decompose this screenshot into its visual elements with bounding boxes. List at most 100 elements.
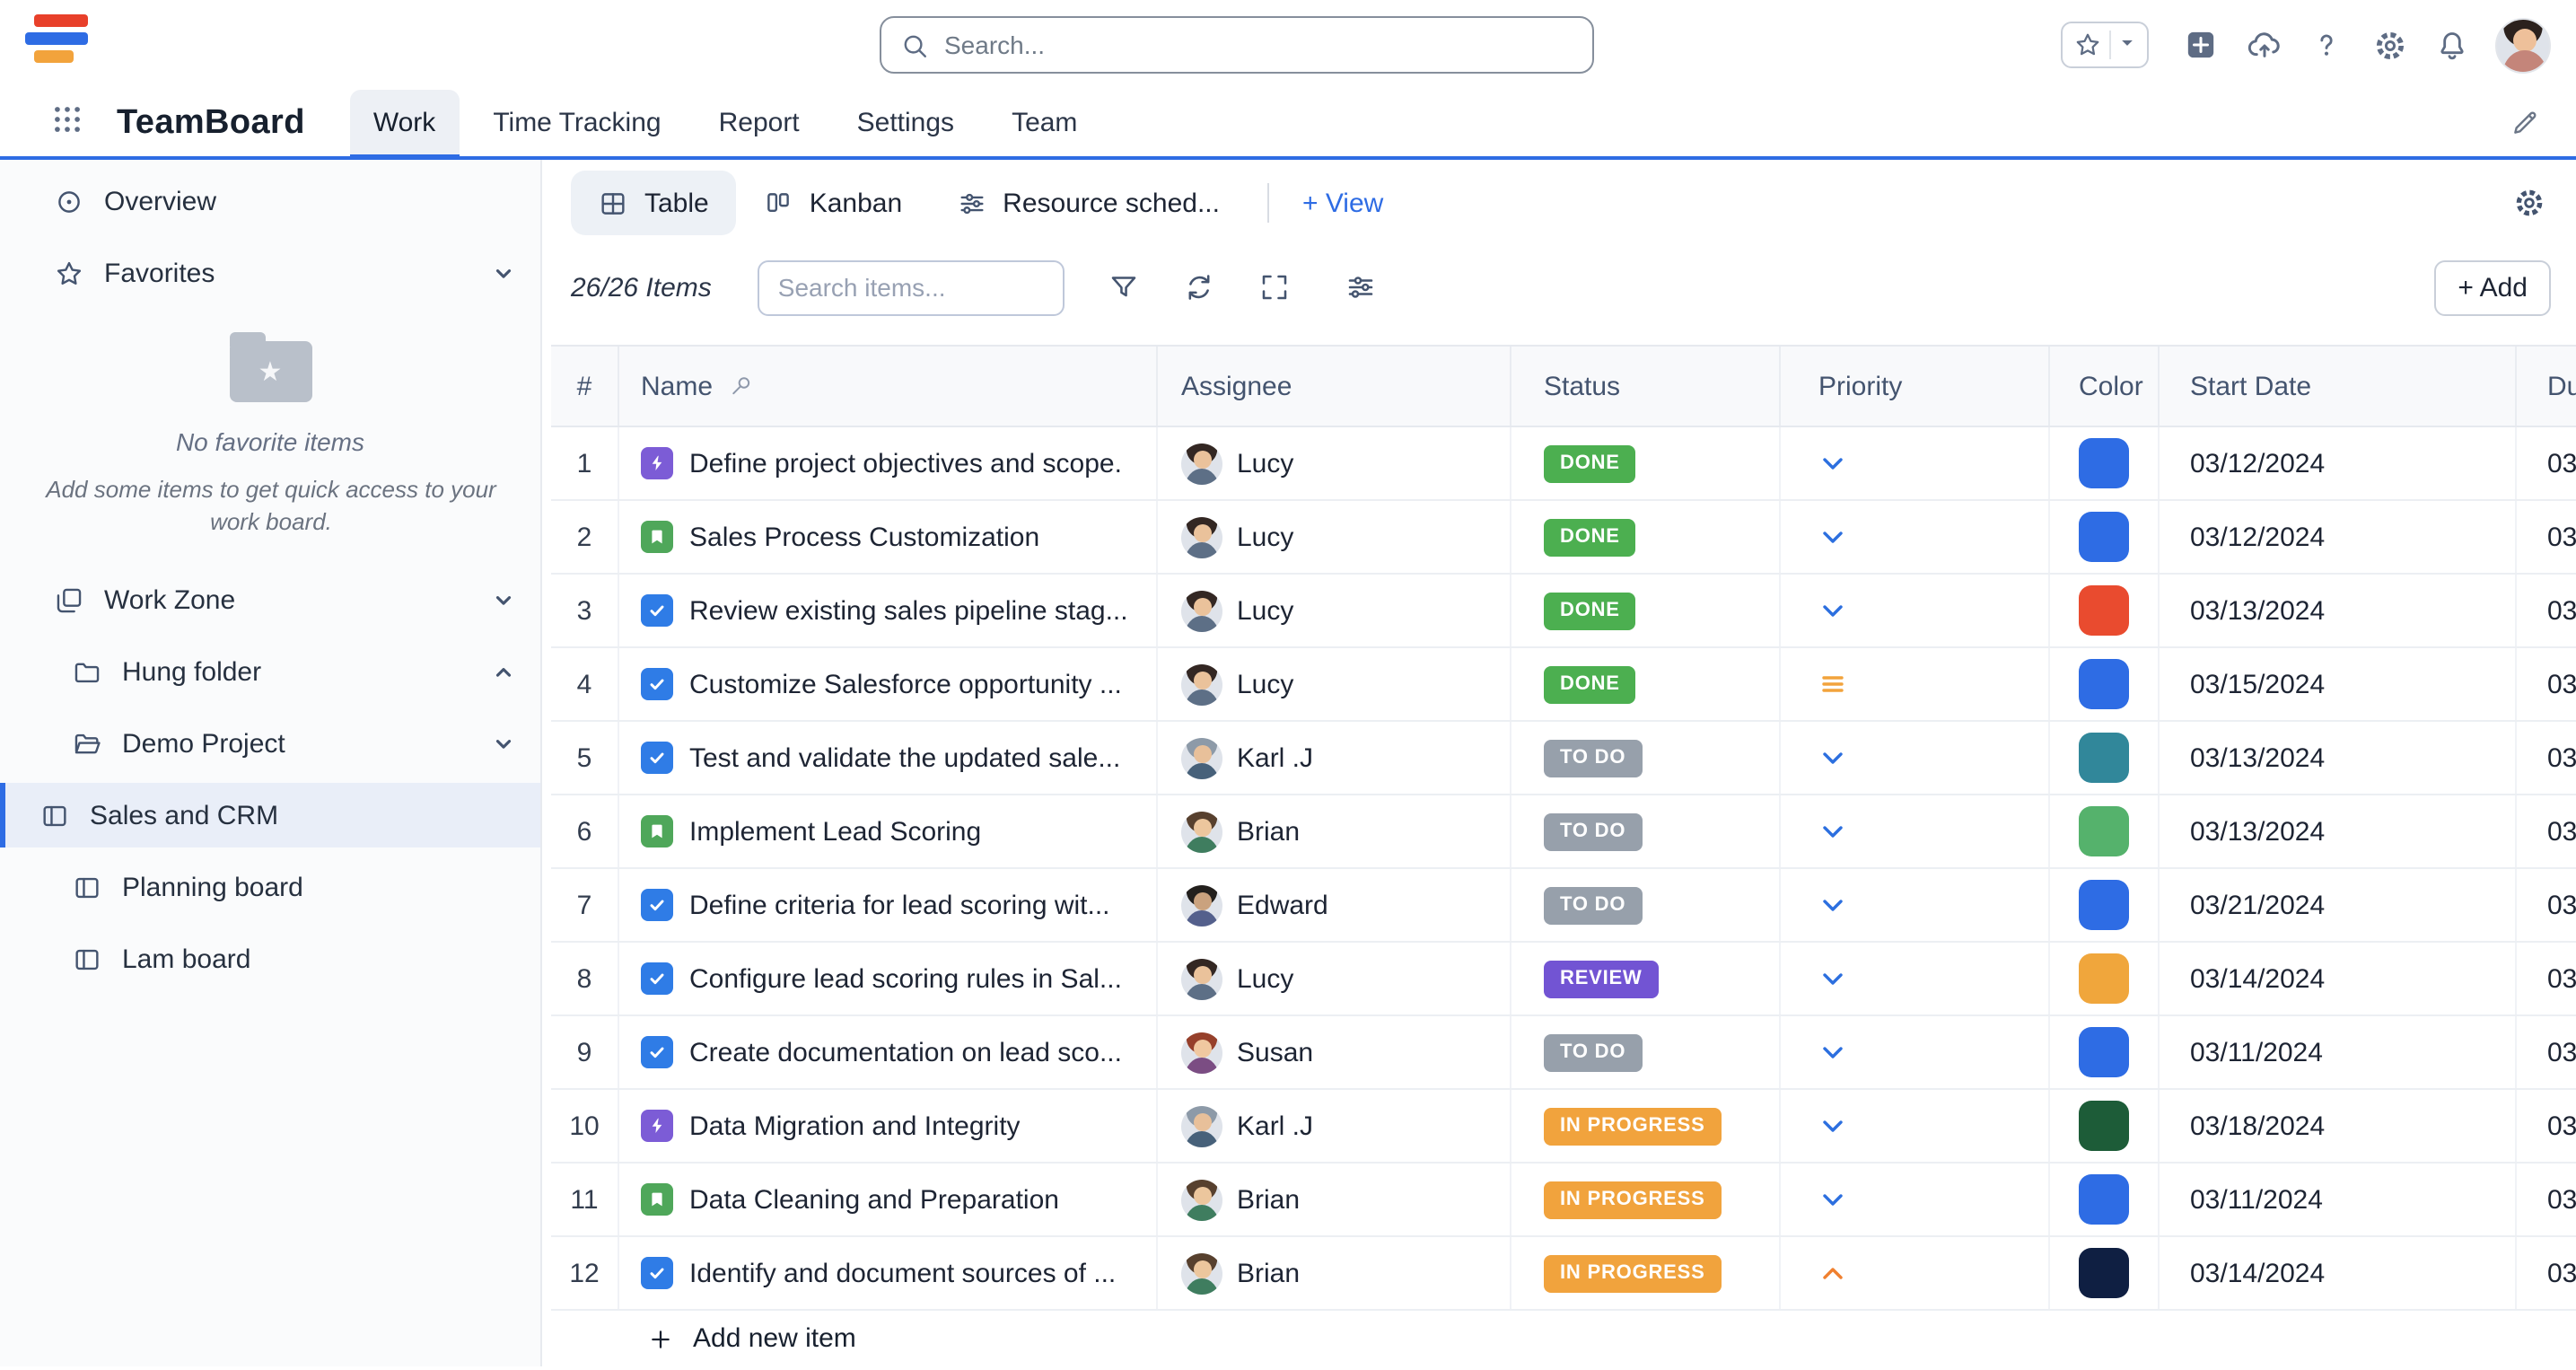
due-date[interactable]: 03 [2517,1164,2576,1235]
column-header-due-date[interactable]: Due Date [2517,347,2576,426]
item-name-cell[interactable]: Data Cleaning and Preparation [619,1164,1158,1235]
status-cell[interactable]: IN PROGRESS [1511,1237,1781,1309]
priority-cell[interactable] [1781,1164,2050,1235]
item-name-cell[interactable]: Define project objectives and scope. [619,427,1158,499]
item-name-cell[interactable]: Define criteria for lead scoring wit... [619,869,1158,941]
settings-gear-icon[interactable] [2370,25,2409,65]
due-date[interactable]: 03 [2517,869,2576,941]
start-date[interactable]: 03/21/2024 [2160,869,2517,941]
status-cell[interactable]: REVIEW [1511,943,1781,1014]
priority-cell[interactable] [1781,575,2050,646]
color-cell[interactable] [2050,1164,2160,1235]
table-row[interactable]: 5 Test and validate the updated sale... … [551,722,2576,795]
item-name-cell[interactable]: Customize Salesforce opportunity ... [619,648,1158,720]
priority-cell[interactable] [1781,1237,2050,1309]
global-search[interactable] [880,16,1594,74]
priority-chevron-down-icon[interactable] [1818,1038,1847,1067]
color-swatch[interactable] [2079,733,2129,783]
sidebar-item-sales-and-crm[interactable]: Sales and CRM [0,784,540,848]
sidebar-item-demo-project[interactable]: Demo Project [0,708,540,780]
table-row[interactable]: 7 Define criteria for lead scoring wit..… [551,869,2576,943]
items-search-input[interactable] [778,273,1046,302]
sidebar-item-hung-folder[interactable]: Hung folder [0,637,540,708]
table-row[interactable]: 12 Identify and document sources of ... … [551,1237,2576,1311]
due-date[interactable]: 03 [2517,943,2576,1014]
start-date[interactable]: 03/12/2024 [2160,427,2517,499]
priority-cell[interactable] [1781,1090,2050,1162]
color-swatch[interactable] [2079,1027,2129,1077]
table-row[interactable]: 6 Implement Lead Scoring Brian TO DO [551,795,2576,869]
priority-cell[interactable] [1781,427,2050,499]
start-date[interactable]: 03/13/2024 [2160,795,2517,867]
item-name-cell[interactable]: Test and validate the updated sale... [619,722,1158,794]
chevron-down-icon[interactable] [492,261,515,285]
sidebar-item-favorites[interactable]: Favorites [0,237,540,309]
priority-cell[interactable] [1781,1016,2050,1088]
color-cell[interactable] [2050,648,2160,720]
table-row[interactable]: 9 Create documentation on lead sco... Su… [551,1016,2576,1090]
color-swatch[interactable] [2079,585,2129,636]
start-date[interactable]: 03/18/2024 [2160,1090,2517,1162]
app-logo[interactable] [25,11,93,75]
priority-chevron-down-icon[interactable] [1818,743,1847,772]
color-cell[interactable] [2050,427,2160,499]
due-date[interactable]: 03 [2517,1237,2576,1309]
board-settings-gear-icon[interactable] [2511,185,2547,221]
view-tab-kanban[interactable]: Kanban [736,171,929,235]
status-cell[interactable]: TO DO [1511,1016,1781,1088]
column-header-color[interactable]: Color [2050,347,2160,426]
priority-cell[interactable] [1781,869,2050,941]
table-row[interactable]: 8 Configure lead scoring rules in Sal...… [551,943,2576,1016]
assignee-cell[interactable]: Lucy [1158,427,1511,499]
status-badge[interactable]: TO DO [1544,1033,1642,1071]
nav-tab-time-tracking[interactable]: Time Tracking [469,90,684,156]
start-date[interactable]: 03/11/2024 [2160,1016,2517,1088]
color-swatch[interactable] [2079,1174,2129,1225]
assignee-cell[interactable]: Karl .J [1158,722,1511,794]
status-cell[interactable]: DONE [1511,648,1781,720]
sidebar-item-planning-board[interactable]: Planning board [0,852,540,924]
assignee-cell[interactable]: Brian [1158,795,1511,867]
assignee-cell[interactable]: Lucy [1158,943,1511,1014]
column-header-start-date[interactable]: Start Date [2160,347,2517,426]
color-swatch[interactable] [2079,512,2129,562]
due-date[interactable]: 03 [2517,722,2576,794]
assignee-cell[interactable]: Lucy [1158,648,1511,720]
status-badge[interactable]: IN PROGRESS [1544,1107,1722,1145]
status-cell[interactable]: IN PROGRESS [1511,1090,1781,1162]
status-cell[interactable]: TO DO [1511,722,1781,794]
color-cell[interactable] [2050,869,2160,941]
priority-cell[interactable] [1781,722,2050,794]
color-cell[interactable] [2050,501,2160,573]
priority-medium-icon[interactable] [1818,670,1847,698]
start-date[interactable]: 03/11/2024 [2160,1164,2517,1235]
status-cell[interactable]: TO DO [1511,869,1781,941]
item-name-cell[interactable]: Configure lead scoring rules in Sal... [619,943,1158,1014]
color-cell[interactable] [2050,722,2160,794]
status-badge[interactable]: TO DO [1544,812,1642,850]
priority-chevron-down-icon[interactable] [1818,449,1847,478]
assignee-cell[interactable]: Karl .J [1158,1090,1511,1162]
add-item-button[interactable]: + Add [2434,259,2551,315]
status-cell[interactable]: IN PROGRESS [1511,1164,1781,1235]
color-swatch[interactable] [2079,438,2129,488]
color-cell[interactable] [2050,1016,2160,1088]
global-search-input[interactable] [944,31,1574,59]
table-row[interactable]: 3 Review existing sales pipeline stag...… [551,575,2576,648]
color-swatch[interactable] [2079,880,2129,930]
sidebar-item-work-zone[interactable]: Work Zone [0,565,540,637]
sidebar-item-overview[interactable]: Overview [0,165,540,237]
start-date[interactable]: 03/12/2024 [2160,501,2517,573]
priority-cell[interactable] [1781,501,2050,573]
help-button[interactable] [2307,25,2346,65]
table-row[interactable]: 2 Sales Process Customization Lucy DONE [551,501,2576,575]
assignee-cell[interactable]: Lucy [1158,501,1511,573]
item-name-cell[interactable]: Identify and document sources of ... [619,1237,1158,1309]
priority-chevron-down-icon[interactable] [1818,596,1847,625]
priority-cell[interactable] [1781,648,2050,720]
column-header-status[interactable]: Status [1511,347,1781,426]
items-search[interactable] [758,259,1065,315]
notifications-bell-icon[interactable] [2432,25,2472,65]
chevron-up-icon[interactable] [492,661,515,684]
cloud-upload-icon[interactable] [2244,25,2283,65]
